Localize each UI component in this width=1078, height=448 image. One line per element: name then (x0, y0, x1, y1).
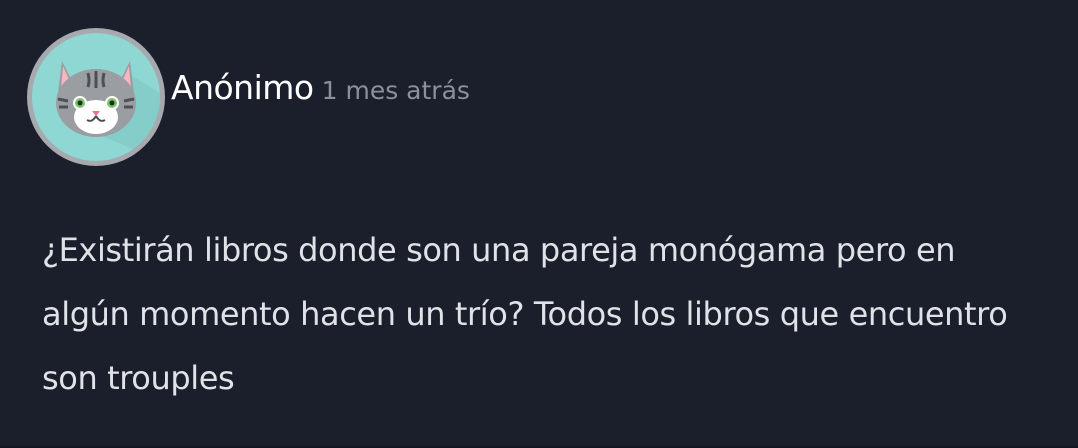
post-body: ¿Existirán libros donde son una pareja m… (42, 231, 1008, 397)
post-header: Anónimo 1 mes atrás (171, 68, 470, 107)
post-timestamp: 1 mes atrás (321, 76, 470, 105)
cat-avatar-icon (32, 33, 160, 161)
post-card: Anónimo 1 mes atrás ¿Existirán libros do… (0, 0, 1078, 448)
avatar[interactable] (27, 28, 165, 166)
author-name[interactable]: Anónimo (171, 68, 314, 107)
